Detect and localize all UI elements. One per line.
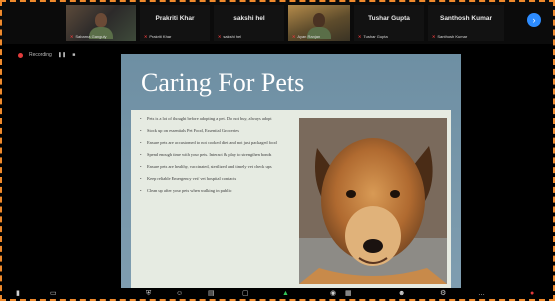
shared-slide: Caring For Pets Pets is a lot of thought… xyxy=(121,54,461,288)
recording-indicator[interactable]: Recording ❚❚ ■ xyxy=(18,50,75,60)
reactions-icon[interactable]: ☻ xyxy=(398,290,405,298)
bullet-item: Ensure pets are healthy, vaccinated, ste… xyxy=(139,164,287,170)
end-meeting-icon[interactable]: ● xyxy=(530,290,534,298)
record-icon xyxy=(18,52,23,58)
dog-illustration xyxy=(299,118,447,284)
polls-icon[interactable]: ▤ xyxy=(208,290,215,298)
slide-content: Pets is a lot of thought before adopting… xyxy=(131,110,451,288)
participant-name: Tushar Gupta xyxy=(363,34,388,39)
bullet-item: Clean up after your pets when walking in… xyxy=(139,188,287,194)
participant-display-name: Santhosh Kumar xyxy=(439,15,492,22)
mic-muted-icon: ✕ xyxy=(70,34,74,39)
meeting-toolbar: ▮ ▭ ⛨ ☺ ▤ ▢ ▲ ◉ ▦ ☻ ⚙ … ● xyxy=(0,288,555,301)
participant-display-name: sakshi hel xyxy=(233,15,265,22)
participants-icon[interactable]: ☺ xyxy=(176,290,183,298)
participant-tile-4[interactable]: ✕ Ayan Ranjan xyxy=(288,5,350,41)
share-screen-icon[interactable]: ▲ xyxy=(282,290,289,298)
more-icon[interactable]: … xyxy=(478,290,485,298)
participant-video xyxy=(89,13,113,39)
mic-muted-icon: ✕ xyxy=(358,34,362,39)
breakout-rooms-icon[interactable]: ▦ xyxy=(345,290,352,298)
dog-photo xyxy=(299,118,447,284)
mic-muted-icon: ✕ xyxy=(218,34,222,39)
participant-strip: ✕ Sabarna Ganguly Prakriti Khar ✕ Prakriti… xyxy=(0,0,555,44)
participant-tile-3[interactable]: sakshi hel ✕ sakshi hel xyxy=(214,5,284,41)
video-icon[interactable]: ▭ xyxy=(50,290,57,298)
participant-video xyxy=(307,13,331,39)
bullet-item: Keep reliable Emergency vet/ vet hospita… xyxy=(139,176,287,182)
mic-muted-icon: ✕ xyxy=(292,34,296,39)
participant-tile-1[interactable]: ✕ Sabarna Ganguly xyxy=(66,5,136,41)
stop-icon[interactable]: ■ xyxy=(72,52,75,58)
apps-icon[interactable]: ⚙ xyxy=(440,290,446,298)
bullet-item: Ensure pets are accustomed to not cooked… xyxy=(139,140,287,146)
mic-icon[interactable]: ▮ xyxy=(16,290,20,298)
bullet-item: Spend enough time with your pets. Intera… xyxy=(139,152,287,158)
bullet-item: Pets is a lot of thought before adopting… xyxy=(139,116,287,122)
pause-icon[interactable]: ❚❚ xyxy=(58,52,66,58)
participant-tile-6[interactable]: Santhosh Kumar ✕ Santhosh Kumar xyxy=(428,5,504,41)
participant-name: Sabarna Ganguly xyxy=(75,34,107,39)
participant-name: sakshi hel xyxy=(223,34,242,39)
slide-title: Caring For Pets xyxy=(141,68,305,97)
bullet-list: Pets is a lot of thought before adopting… xyxy=(139,116,287,200)
participant-name: Ayan Ranjan xyxy=(297,34,321,39)
recording-label: Recording xyxy=(29,52,52,58)
participant-display-name: Tushar Gupta xyxy=(368,15,410,22)
security-icon[interactable]: ⛨ xyxy=(146,290,151,298)
participant-tile-5[interactable]: Tushar Gupta ✕ Tushar Gupta xyxy=(354,5,424,41)
next-participants-icon[interactable]: › xyxy=(527,13,541,27)
mic-muted-icon: ✕ xyxy=(432,34,436,39)
bullet-item: Stock up on essentials Pet Food, Essenti… xyxy=(139,128,287,134)
record-button-icon[interactable]: ◉ xyxy=(330,290,336,298)
participant-display-name: Prakriti Khar xyxy=(155,15,195,22)
participant-name: Santhosh Kumar xyxy=(437,34,468,39)
participant-tile-2[interactable]: Prakriti Khar ✕ Prakriti Khar xyxy=(140,5,210,41)
participant-name: Prakriti Khar xyxy=(149,34,172,39)
mic-muted-icon: ✕ xyxy=(144,34,148,39)
chat-icon[interactable]: ▢ xyxy=(242,290,249,298)
